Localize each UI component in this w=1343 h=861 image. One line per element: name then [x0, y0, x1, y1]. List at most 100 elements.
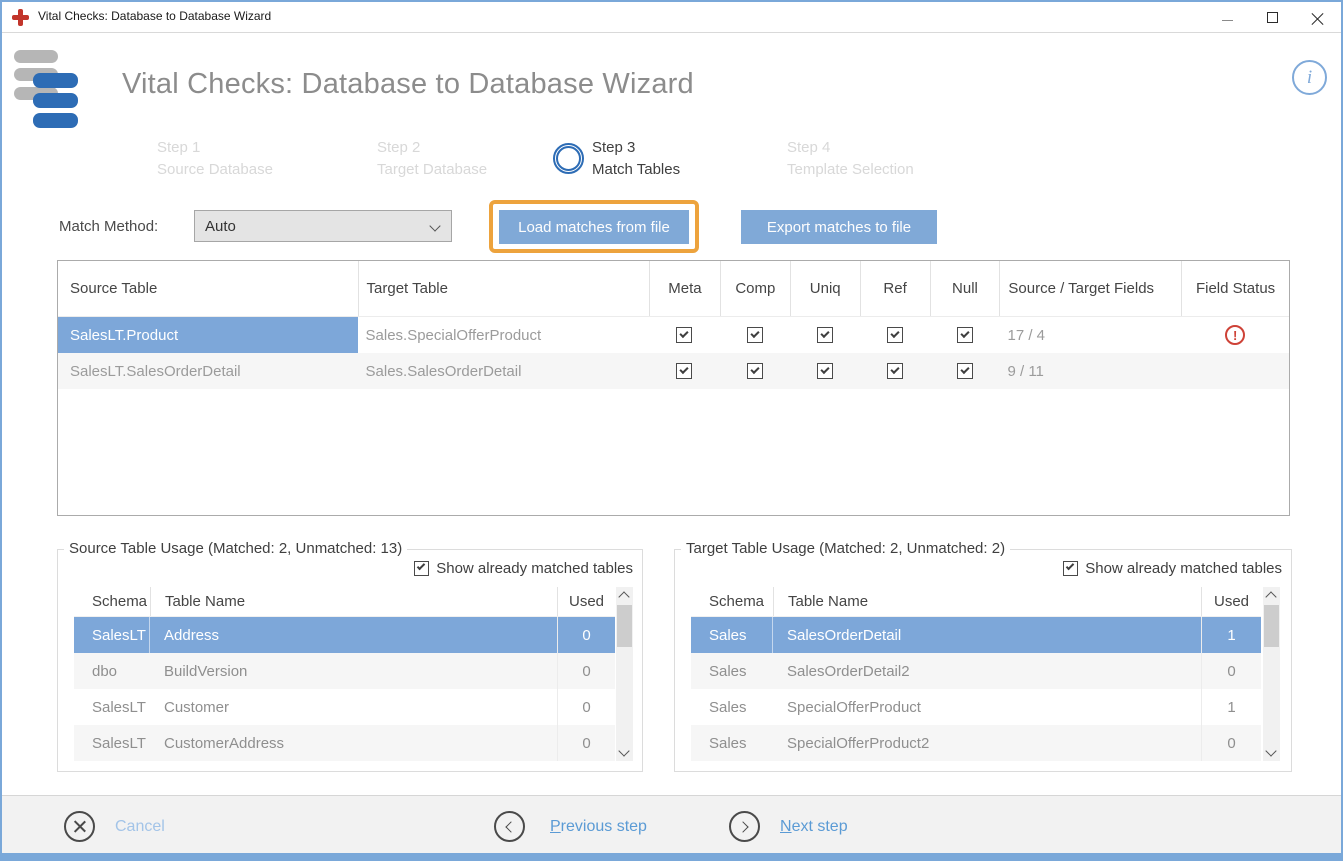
next-step-button[interactable] — [729, 811, 760, 842]
column-header-table-name[interactable]: Table Name — [150, 587, 557, 616]
export-matches-button[interactable]: Export matches to file — [741, 210, 937, 244]
table-name-cell: CustomerAddress — [150, 725, 557, 761]
null-checkbox[interactable] — [957, 327, 973, 343]
table-row[interactable]: SalesLT CustomerAddress 0 — [74, 725, 615, 761]
source-show-matched-checkbox[interactable]: Show already matched tables — [414, 560, 633, 577]
used-cell: 1 — [1201, 617, 1261, 653]
table-row-selected[interactable]: SalesLT Address 0 — [74, 617, 615, 653]
source-usage-title: Source Table Usage (Matched: 2, Unmatche… — [64, 540, 407, 557]
scroll-up-icon[interactable] — [1265, 591, 1276, 602]
match-table-row[interactable]: SalesLT.Product Sales.SpecialOfferProduc… — [58, 317, 1289, 353]
schema-cell: SalesLT — [74, 725, 150, 761]
used-cell: 0 — [1201, 653, 1261, 689]
match-method-select[interactable]: Auto — [194, 210, 452, 242]
table-name-cell: SpecialOfferProduct — [773, 689, 1201, 725]
checkmark-icon — [890, 365, 899, 374]
used-cell: 0 — [557, 725, 615, 761]
target-usage-title: Target Table Usage (Matched: 2, Unmatche… — [681, 540, 1010, 557]
scroll-down-icon[interactable] — [618, 745, 629, 756]
ref-checkbox[interactable] — [887, 327, 903, 343]
column-header-null[interactable]: Null — [930, 261, 1000, 316]
cancel-button[interactable] — [64, 811, 95, 842]
column-header-field-status[interactable]: Field Status — [1181, 261, 1289, 316]
cancel-label[interactable]: Cancel — [115, 818, 165, 836]
uniq-checkbox[interactable] — [817, 327, 833, 343]
target-show-matched-checkbox[interactable]: Show already matched tables — [1063, 560, 1282, 577]
chevron-right-icon — [737, 821, 748, 832]
table-name-cell: BuildVersion — [150, 653, 557, 689]
checkmark-icon — [890, 329, 899, 338]
target-table-usage-group: Target Table Usage (Matched: 2, Unmatche… — [674, 549, 1292, 772]
step-3-number: Step 3 — [592, 137, 802, 159]
step-3-label: Match Tables — [592, 159, 802, 181]
window-bottom-border — [2, 853, 1341, 861]
title-bar: Vital Checks: Database to Database Wizar… — [2, 2, 1341, 33]
schema-cell: Sales — [691, 725, 773, 761]
maximize-button[interactable] — [1250, 2, 1295, 32]
step-4-number: Step 4 — [787, 137, 997, 159]
scroll-up-icon[interactable] — [618, 591, 629, 602]
column-header-target-table[interactable]: Target Table — [358, 261, 650, 316]
show-matched-label: Show already matched tables — [1085, 560, 1282, 577]
close-icon — [1311, 11, 1324, 24]
source-table-cell[interactable]: SalesLT.SalesOrderDetail — [58, 353, 358, 389]
info-icon[interactable]: i — [1292, 60, 1327, 95]
column-header-schema[interactable]: Schema — [74, 587, 150, 616]
column-header-meta[interactable]: Meta — [649, 261, 720, 316]
close-button[interactable] — [1295, 2, 1340, 32]
table-name-cell: SpecialOfferProduct2 — [773, 725, 1201, 761]
column-header-uniq[interactable]: Uniq — [790, 261, 860, 316]
column-header-schema[interactable]: Schema — [691, 587, 773, 616]
active-step-ring-icon — [553, 143, 584, 174]
table-name-cell: Customer — [150, 689, 557, 725]
previous-step-label[interactable]: Previous step — [550, 818, 647, 836]
meta-checkbox[interactable] — [676, 327, 692, 343]
table-row[interactable]: dbo BuildVersion 0 — [74, 653, 615, 689]
match-table-row[interactable]: SalesLT.SalesOrderDetail Sales.SalesOrde… — [58, 353, 1289, 389]
table-row-selected[interactable]: Sales SalesOrderDetail 1 — [691, 617, 1261, 653]
previous-step-button[interactable] — [494, 811, 525, 842]
field-status-error-icon[interactable]: ! — [1225, 325, 1245, 345]
table-name-cell: SalesOrderDetail2 — [773, 653, 1201, 689]
checkbox[interactable] — [414, 561, 429, 576]
column-header-source-target-fields[interactable]: Source / Target Fields — [999, 261, 1181, 316]
next-step-label[interactable]: Next step — [780, 818, 848, 836]
column-header-ref[interactable]: Ref — [860, 261, 930, 316]
minimize-icon — [1222, 20, 1233, 21]
column-header-source-table[interactable]: Source Table — [58, 261, 358, 316]
table-row[interactable]: Sales SpecialOfferProduct2 0 — [691, 725, 1261, 761]
schema-cell: Sales — [691, 617, 773, 653]
null-checkbox[interactable] — [957, 363, 973, 379]
window-title: Vital Checks: Database to Database Wizar… — [38, 9, 271, 23]
column-header-used[interactable]: Used — [1201, 587, 1261, 616]
table-row[interactable]: Sales SpecialOfferProduct 1 — [691, 689, 1261, 725]
table-name-cell: Address — [150, 617, 557, 653]
scrollbar[interactable] — [616, 587, 633, 761]
ref-checkbox[interactable] — [887, 363, 903, 379]
chevron-down-icon — [429, 220, 440, 231]
meta-checkbox[interactable] — [676, 363, 692, 379]
step-4-template-selection: Step 4 Template Selection — [787, 137, 997, 181]
target-table-cell[interactable]: Sales.SpecialOfferProduct — [358, 317, 650, 353]
checkbox[interactable] — [1063, 561, 1078, 576]
checkmark-icon — [960, 329, 969, 338]
comp-checkbox[interactable] — [747, 327, 763, 343]
column-header-table-name[interactable]: Table Name — [773, 587, 1201, 616]
table-row[interactable]: Sales SalesOrderDetail2 0 — [691, 653, 1261, 689]
target-table-cell[interactable]: Sales.SalesOrderDetail — [358, 353, 650, 389]
comp-checkbox[interactable] — [747, 363, 763, 379]
uniq-checkbox[interactable] — [817, 363, 833, 379]
table-row[interactable]: SalesLT Customer 0 — [74, 689, 615, 725]
source-table-cell-selected[interactable]: SalesLT.Product — [58, 317, 358, 353]
scrollbar-thumb[interactable] — [1264, 605, 1279, 647]
load-matches-button[interactable]: Load matches from file — [499, 210, 689, 244]
minimize-button[interactable] — [1205, 2, 1250, 32]
scroll-down-icon[interactable] — [1265, 745, 1276, 756]
step-4-label: Template Selection — [787, 159, 997, 181]
step-1-number: Step 1 — [157, 137, 367, 159]
scrollbar-thumb[interactable] — [617, 605, 632, 647]
column-header-used[interactable]: Used — [557, 587, 615, 616]
scrollbar[interactable] — [1263, 587, 1280, 761]
column-header-comp[interactable]: Comp — [720, 261, 790, 316]
used-cell: 0 — [557, 653, 615, 689]
